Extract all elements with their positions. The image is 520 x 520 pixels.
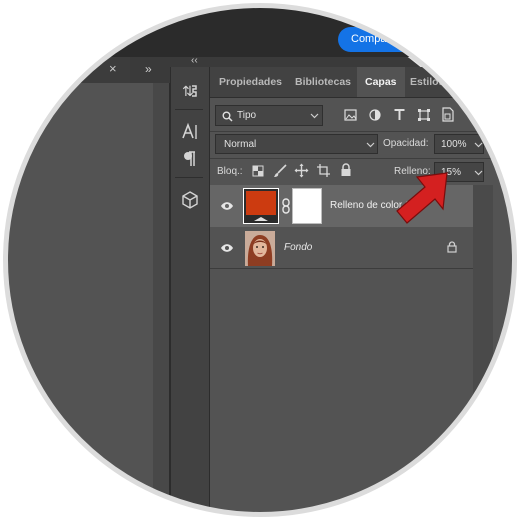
lock-artboard-icon[interactable] — [316, 163, 331, 178]
adjustment-layer-icon — [254, 217, 268, 221]
lock-all-icon[interactable] — [340, 163, 352, 177]
layer-thumbnail — [243, 188, 279, 224]
screenshot-frame: Compar × » ‹‹ ⇅ Propiedades Bibliotecas … — [0, 0, 520, 520]
close-document-icon[interactable]: × — [109, 61, 117, 76]
layer-divider — [210, 268, 473, 269]
tab-propiedades[interactable]: Propiedades — [219, 67, 282, 97]
chain-link-icon[interactable] — [282, 198, 290, 214]
panel-divider — [210, 158, 515, 159]
chevron-down-icon — [310, 113, 319, 119]
filter-kind-label: Tipo — [237, 110, 257, 121]
opacity-field[interactable]: 100% — [434, 134, 484, 154]
layers-scrollbar[interactable] — [473, 185, 493, 515]
panel-divider — [210, 131, 515, 132]
blend-mode-select[interactable]: Normal — [215, 134, 378, 154]
tab-capas[interactable]: Capas — [357, 67, 405, 97]
visibility-eye-icon[interactable] — [220, 243, 234, 253]
lock-icon[interactable] — [447, 241, 457, 253]
share-button[interactable]: Compar — [338, 27, 448, 52]
svg-text:⇅: ⇅ — [182, 84, 194, 100]
tab-bibliotecas[interactable]: Bibliotecas — [295, 67, 351, 97]
tab-estilos[interactable]: Estilos — [410, 67, 444, 97]
image-filter-icon[interactable] — [344, 109, 357, 121]
opacity-value: 100% — [441, 139, 467, 150]
search-icon — [222, 111, 233, 122]
lock-position-icon[interactable] — [294, 163, 309, 178]
lock-image-pixels-icon[interactable] — [273, 164, 287, 178]
layer-name[interactable]: Fondo — [284, 242, 312, 253]
portrait-thumbnail — [245, 231, 275, 266]
visibility-eye-icon[interactable] — [220, 201, 234, 211]
type-filter-icon[interactable] — [393, 108, 406, 121]
tool-divider — [175, 109, 203, 110]
annotation-arrow-icon — [396, 172, 448, 224]
filter-kind-select[interactable]: Tipo — [215, 105, 323, 126]
lock-label: Bloq.: — [217, 166, 243, 177]
chevron-down-icon — [474, 142, 483, 148]
history-icon[interactable]: ⇅ — [177, 79, 203, 103]
adjustment-filter-icon[interactable] — [369, 109, 381, 121]
chevron-down-icon — [366, 142, 375, 148]
canvas-scrollbar[interactable] — [153, 83, 170, 515]
character-icon[interactable] — [177, 120, 203, 144]
document-canvas-area — [5, 83, 153, 515]
tool-divider — [175, 177, 203, 178]
portrait-photo — [245, 231, 275, 266]
magnifier-circle: Compar × » ‹‹ ⇅ Propiedades Bibliotecas … — [5, 5, 515, 515]
collapse-dock-icon[interactable]: ‹‹ — [191, 55, 198, 66]
paragraph-icon[interactable] — [177, 147, 203, 171]
blend-mode-value: Normal — [224, 139, 257, 150]
fill-color-swatch — [246, 191, 276, 215]
expand-panels-icon[interactable]: » — [145, 62, 152, 76]
chevron-down-icon — [474, 170, 483, 176]
layer-row-fondo[interactable]: Fondo — [210, 228, 473, 269]
opacity-label: Opacidad: — [383, 138, 429, 149]
shape-filter-icon[interactable] — [417, 108, 431, 122]
layer-mask-thumbnail — [292, 188, 322, 224]
smart-object-filter-icon[interactable] — [442, 107, 454, 122]
3d-cube-icon[interactable] — [177, 188, 203, 212]
lock-transparent-pixels-icon[interactable] — [252, 165, 264, 177]
